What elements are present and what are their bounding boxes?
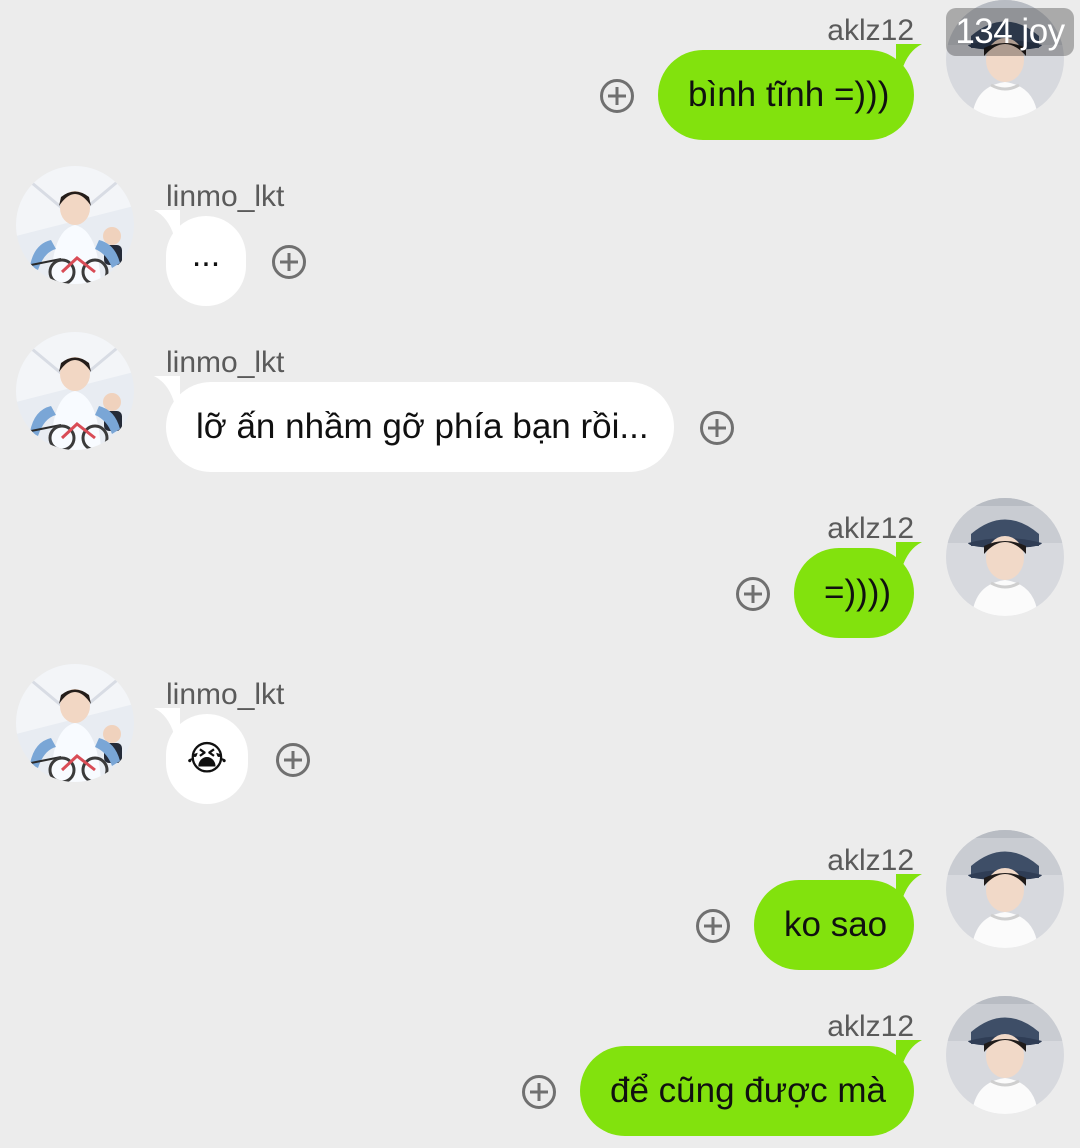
add-circle-icon[interactable]	[276, 743, 310, 777]
username: linmo_lkt	[166, 346, 285, 379]
other-avatar-image	[16, 332, 134, 450]
other-avatar[interactable]	[16, 664, 134, 782]
timestamp-watermark: 134 joy	[946, 8, 1074, 56]
username: aklz12	[827, 1010, 914, 1043]
self-avatar[interactable]	[946, 830, 1064, 948]
username: aklz12	[827, 14, 914, 47]
add-circle-icon[interactable]	[696, 909, 730, 943]
username: aklz12	[827, 844, 914, 877]
bubble-tail	[896, 1040, 922, 1066]
message-bubble[interactable]: ko sao	[754, 880, 914, 970]
username: aklz12	[827, 512, 914, 545]
add-circle-icon[interactable]	[700, 411, 734, 445]
add-circle-icon[interactable]	[272, 245, 306, 279]
message-row: aklz12 ko sao	[0, 830, 1080, 970]
self-avatar[interactable]	[946, 996, 1064, 1114]
bubble-tail	[896, 542, 922, 568]
other-avatar[interactable]	[16, 332, 134, 450]
other-avatar-image	[16, 166, 134, 284]
self-avatar-image	[946, 498, 1064, 616]
self-avatar[interactable]	[946, 498, 1064, 616]
message-bubble[interactable]: bình tĩnh =)))	[658, 50, 914, 140]
add-circle-icon[interactable]	[736, 577, 770, 611]
bubble-tail	[154, 376, 180, 402]
self-avatar-image	[946, 996, 1064, 1114]
message-bubble[interactable]: lỡ ấn nhầm gỡ phía bạn rồi...	[166, 382, 674, 472]
message-row: aklz12 =))))	[0, 498, 1080, 638]
message-bubble[interactable]: để cũng được mà	[580, 1046, 914, 1136]
message-row: linmo_lkt ...	[0, 166, 1080, 306]
message-row: linmo_lkt lỡ ấn nhầm gỡ phía bạn rồi...	[0, 332, 1080, 472]
add-circle-icon[interactable]	[600, 79, 634, 113]
message-row: linmo_lkt 😭	[0, 664, 1080, 804]
username: linmo_lkt	[166, 678, 285, 711]
bubble-tail	[896, 874, 922, 900]
other-avatar[interactable]	[16, 166, 134, 284]
message-row: aklz12 để cũng được mà	[0, 996, 1080, 1136]
bubble-tail	[154, 708, 180, 734]
other-avatar-image	[16, 664, 134, 782]
message-row: aklz12 bình tĩnh =)))	[0, 0, 1080, 140]
add-circle-icon[interactable]	[522, 1075, 556, 1109]
bubble-tail	[896, 44, 922, 70]
self-avatar-image	[946, 830, 1064, 948]
bubble-tail	[154, 210, 180, 236]
username: linmo_lkt	[166, 180, 285, 213]
